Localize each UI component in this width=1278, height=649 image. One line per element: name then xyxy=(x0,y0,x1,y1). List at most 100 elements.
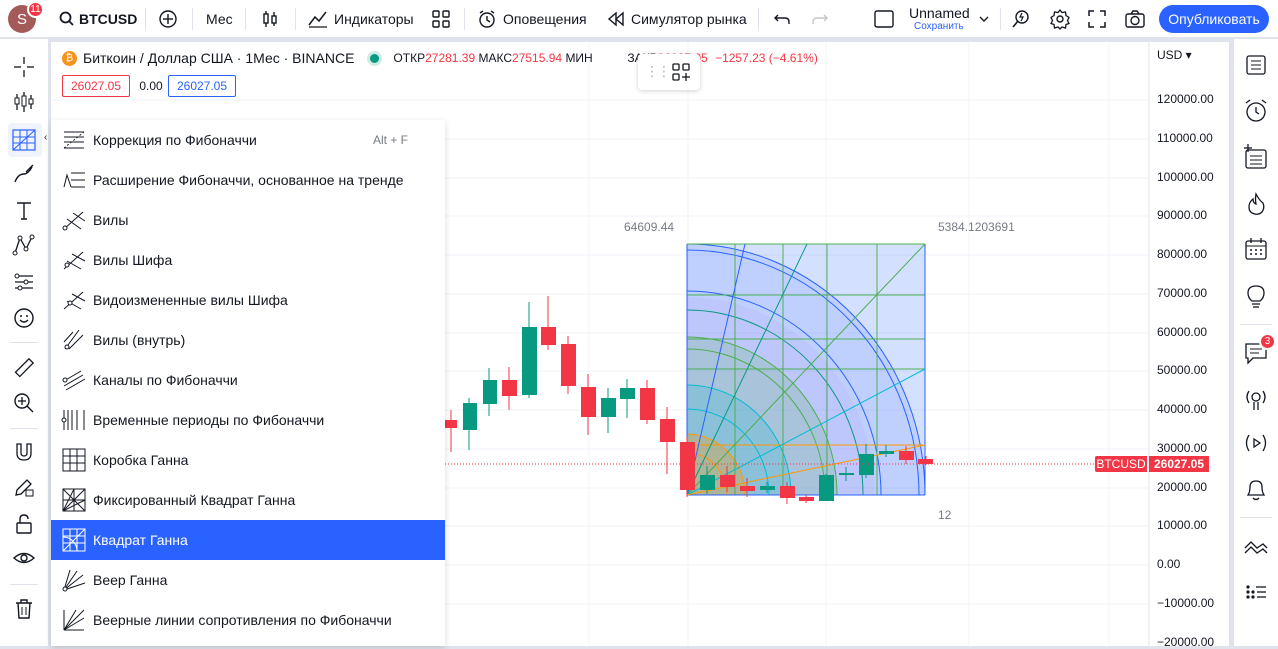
symbol-legend: ₿ Биткоин / Доллар США · 1Мес · BINANCE … xyxy=(62,50,818,66)
fib-time-zones-icon xyxy=(59,405,89,435)
settings-button[interactable] xyxy=(1049,0,1071,38)
menu-item-label: Вилы Шифа xyxy=(93,252,173,268)
measure-tool[interactable] xyxy=(10,354,38,382)
patterns-tool[interactable] xyxy=(10,231,38,259)
menu-item-inside-pitchfork[interactable]: Вилы (внутрь) xyxy=(51,320,445,360)
menu-item-gann-fan[interactable]: Веер Ганна xyxy=(51,560,445,600)
buy-price-box[interactable]: 26027.05 xyxy=(168,75,236,97)
floating-drawing-toolbar[interactable]: ⋮⋮ xyxy=(638,54,700,90)
menu-item-fib-speed-fan[interactable]: Веерные линии сопротивления по Фибоначчи xyxy=(51,600,445,640)
menu-item-fib-extension[interactable]: Расширение Фибоначчи, основанное на трен… xyxy=(51,160,445,200)
currency-selector[interactable]: USD ▾ xyxy=(1157,48,1192,62)
interval-button[interactable]: Мес xyxy=(206,0,233,38)
crosshair-tool[interactable] xyxy=(10,53,38,81)
templates-button[interactable] xyxy=(431,0,451,38)
replay-button[interactable]: Симулятор рынка xyxy=(606,0,747,38)
stay-in-drawing-tool[interactable] xyxy=(10,473,38,501)
menu-item-modified-schiff[interactable]: Видоизмененные вилы Шифа xyxy=(51,280,445,320)
price-axis-label: 40000.00 xyxy=(1157,402,1208,416)
menu-item-gann-square[interactable]: Квадрат Ганна xyxy=(51,520,445,560)
prediction-tool[interactable] xyxy=(10,268,38,296)
fib-extension-icon xyxy=(59,165,89,195)
menu-item-schiff-pitchfork[interactable]: Вилы Шифа xyxy=(51,240,445,280)
flame-icon xyxy=(1248,192,1265,215)
divider xyxy=(1240,517,1272,518)
chart-type-button[interactable] xyxy=(260,0,280,38)
alarm-clock-icon xyxy=(1245,99,1267,122)
icons-tool[interactable] xyxy=(10,304,38,332)
compare-button[interactable] xyxy=(158,0,178,38)
market-status-dot[interactable] xyxy=(370,53,380,63)
add-template-icon[interactable] xyxy=(671,62,691,82)
data-window-button[interactable] xyxy=(1242,429,1270,457)
undo-button[interactable] xyxy=(772,0,792,38)
hotlists-button[interactable] xyxy=(1242,190,1270,218)
candle xyxy=(483,368,497,416)
calendar-button[interactable] xyxy=(1242,235,1270,263)
streams-button[interactable] xyxy=(1242,386,1270,414)
watchlist-button[interactable] xyxy=(1242,51,1270,79)
divider xyxy=(758,8,759,30)
menu-item-fib-time-zones[interactable]: Временные периоды по Фибоначчи xyxy=(51,400,445,440)
alerts-button[interactable]: Оповещения xyxy=(477,0,587,38)
menu-item-label: Вилы xyxy=(93,212,129,228)
divider xyxy=(1240,324,1272,325)
layout-dropdown[interactable] xyxy=(978,0,990,38)
notifications-button[interactable] xyxy=(1242,475,1270,503)
object-tree-button[interactable] xyxy=(1242,143,1270,171)
divider xyxy=(192,8,193,30)
forecast-icon xyxy=(14,273,33,291)
layout-save-link[interactable]: Сохранить xyxy=(914,21,979,33)
lock-tool[interactable] xyxy=(10,510,38,538)
menu-item-gann-square-fixed[interactable]: Фиксированный Квадрат Ганна xyxy=(51,480,445,520)
legend-title[interactable]: Биткоин / Доллар США · 1Мес · BINANCE xyxy=(83,50,354,66)
layout-name[interactable]: Unnamed Сохранить xyxy=(909,6,979,33)
menu-item-label: Квадрат Ганна xyxy=(93,532,188,548)
fib-retracement-icon xyxy=(59,125,89,155)
price-axis-label: 0.00 xyxy=(1157,557,1181,571)
menu-item-label: Видоизмененные вилы Шифа xyxy=(93,292,288,308)
notifications-badge: 11 xyxy=(27,1,44,18)
ideas-button[interactable] xyxy=(1242,282,1270,310)
text-tool[interactable] xyxy=(10,196,38,224)
hide-drawings-tool[interactable] xyxy=(10,544,38,572)
alerts-panel-button[interactable] xyxy=(1242,97,1270,125)
menu-item-fib-channel[interactable]: Каналы по Фибоначчи xyxy=(51,360,445,400)
snapshot-button[interactable] xyxy=(1124,0,1146,38)
publish-button[interactable]: Опубликовать xyxy=(1159,5,1269,33)
grid-icon xyxy=(432,9,450,28)
trend-line-tool[interactable] xyxy=(10,88,38,116)
signal-icon xyxy=(1245,434,1267,452)
menu-item-pitchfork[interactable]: Вилы xyxy=(51,200,445,240)
zoom-tool[interactable] xyxy=(10,389,38,417)
menu-item-fib-retracement[interactable]: Коррекция по Фибоначчи Alt + F xyxy=(51,120,445,160)
redo-button[interactable] xyxy=(810,0,830,38)
remove-drawings-tool[interactable] xyxy=(10,595,38,623)
indicators-button[interactable]: Индикаторы xyxy=(307,0,414,38)
symbol-label: BTCUSD xyxy=(79,10,138,27)
quick-search-button[interactable] xyxy=(1010,0,1032,38)
more-tools-button[interactable] xyxy=(1242,578,1270,606)
bitcoin-icon: ₿ xyxy=(62,50,77,66)
trading-panel-button[interactable] xyxy=(1242,533,1270,561)
fib-channel-icon xyxy=(59,365,89,395)
candle xyxy=(601,388,616,433)
gann-fib-tool[interactable]: ‹ xyxy=(8,123,47,157)
fullscreen-button[interactable] xyxy=(1087,0,1107,38)
gann-square-icon xyxy=(59,525,89,555)
inside-pitchfork-icon xyxy=(59,325,89,355)
last-price-badge: 26027.05 xyxy=(1149,456,1209,472)
layout-toggle[interactable] xyxy=(874,0,894,38)
symbol-search-button[interactable]: BTCUSD xyxy=(58,0,137,38)
drag-handle-icon[interactable]: ⋮⋮ xyxy=(645,63,671,80)
sell-price-box[interactable]: 26027.05 xyxy=(62,75,130,97)
expand-arrow-icon[interactable]: ‹ xyxy=(44,132,47,143)
menu-item-gann-box[interactable]: Коробка Ганна xyxy=(51,440,445,480)
candle xyxy=(680,437,695,497)
candle xyxy=(640,380,655,424)
candle xyxy=(581,374,596,435)
magnet-icon xyxy=(16,443,32,461)
magnet-tool[interactable] xyxy=(10,438,38,466)
shortcut-label: Alt + F xyxy=(372,133,408,147)
brush-tool[interactable] xyxy=(10,160,38,188)
